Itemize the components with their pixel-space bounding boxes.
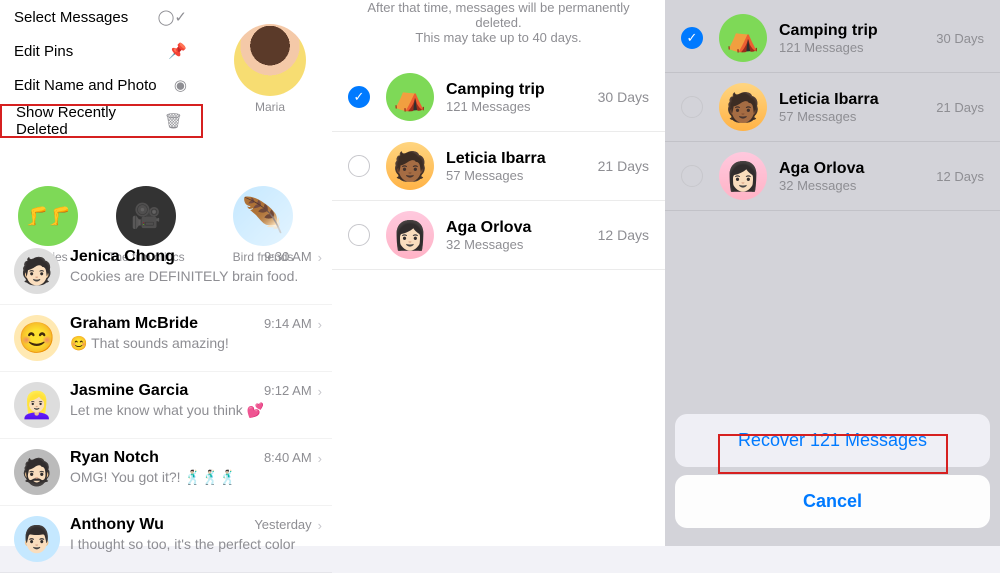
chat-preview: Let me know what you think 💕 xyxy=(70,402,322,419)
avatar xyxy=(14,315,60,361)
chat-name: Jasmine Garcia xyxy=(70,382,260,400)
chat-preview: OMG! You got it?! 🕺🏻🕺🏻🕺🏻 xyxy=(70,469,322,486)
deleted-row[interactable]: ✓ Camping trip 121 Messages 30 Days xyxy=(332,63,665,132)
avatar xyxy=(386,142,434,190)
menu-select-messages[interactable]: Select Messages ◯✓ xyxy=(0,0,205,34)
chat-name: Graham McBride xyxy=(70,315,260,333)
chevron-right-icon: › xyxy=(318,250,322,265)
deleted-count: 32 Messages xyxy=(446,237,598,252)
messages-main-panel: Select Messages ◯✓ Edit Pins 📌 Edit Name… xyxy=(0,0,332,546)
chat-preview: I thought so too, it's the perfect color xyxy=(70,536,322,552)
trash-icon: 🗑 xyxy=(164,112,183,130)
chevron-right-icon: › xyxy=(318,451,322,466)
conversation-row[interactable]: Jasmine Garcia 9:12 AM › Let me know wha… xyxy=(0,372,332,439)
avatar xyxy=(14,248,60,294)
deleted-days: 12 Days xyxy=(598,227,649,243)
deleted-name: Leticia Ibarra xyxy=(779,91,936,109)
chat-time: 8:40 AM xyxy=(264,450,312,465)
selection-checkbox: ✓ xyxy=(681,27,703,49)
conversation-row[interactable]: Ryan Notch 8:40 AM › OMG! You got it?! 🕺… xyxy=(0,439,332,506)
avatar xyxy=(719,152,767,200)
deleted-name: Camping trip xyxy=(446,81,598,99)
person-circle-icon: ◉ xyxy=(174,76,187,94)
recently-deleted-panel: After that time, messages will be perman… xyxy=(332,0,665,546)
chat-time: 9:30 AM xyxy=(264,249,312,264)
avatar xyxy=(14,382,60,428)
deleted-count: 121 Messages xyxy=(779,40,936,55)
chevron-right-icon: › xyxy=(318,384,322,399)
chat-name: Jenica Chong xyxy=(70,248,260,266)
chat-preview: Cookies are DEFINITELY brain food. xyxy=(70,268,322,284)
deleted-name: Camping trip xyxy=(779,22,936,40)
deleted-count: 121 Messages xyxy=(446,99,598,114)
recover-sheet-panel: ✓ Camping trip 121 Messages 30 Days Leti… xyxy=(665,0,1000,546)
conversation-list: Jenica Chong 9:30 AM › Cookies are DEFIN… xyxy=(0,238,332,573)
conversation-row[interactable]: Jenica Chong 9:30 AM › Cookies are DEFIN… xyxy=(0,238,332,305)
checkmark-circle-icon: ◯✓ xyxy=(158,8,187,26)
deleted-days: 12 Days xyxy=(936,169,984,184)
deleted-name: Leticia Ibarra xyxy=(446,150,598,168)
menu-label: Edit Pins xyxy=(14,43,73,60)
deleted-days: 21 Days xyxy=(598,158,649,174)
chat-name: Anthony Wu xyxy=(70,516,250,534)
deleted-count: 57 Messages xyxy=(779,109,936,124)
deleted-count: 57 Messages xyxy=(446,168,598,183)
pin-maria[interactable]: Maria xyxy=(234,24,306,114)
avatar xyxy=(116,186,176,246)
chat-preview: 😊 That sounds amazing! xyxy=(70,335,322,352)
menu-label: Select Messages xyxy=(14,9,128,26)
deletion-info-text: After that time, messages will be perman… xyxy=(332,0,665,63)
chevron-right-icon: › xyxy=(318,518,322,533)
chevron-right-icon: › xyxy=(318,317,322,332)
deleted-row: ✓ Camping trip 121 Messages 30 Days xyxy=(665,0,1000,73)
avatar xyxy=(386,73,434,121)
deleted-days: 30 Days xyxy=(936,31,984,46)
selection-checkbox[interactable] xyxy=(348,224,370,246)
avatar xyxy=(719,83,767,131)
pin-label: Maria xyxy=(234,100,306,114)
menu-show-recently-deleted[interactable]: Show Recently Deleted 🗑 xyxy=(0,104,203,138)
selection-checkbox xyxy=(681,165,703,187)
selection-checkbox[interactable] xyxy=(348,155,370,177)
deleted-days: 30 Days xyxy=(598,89,649,105)
avatar xyxy=(233,186,293,246)
action-sheet: Recover 121 Messages Cancel xyxy=(665,404,1000,546)
deleted-row[interactable]: Aga Orlova 32 Messages 12 Days xyxy=(332,201,665,270)
conversation-row[interactable]: Anthony Wu Yesterday › I thought so too,… xyxy=(0,506,332,573)
pin-icon: 📌 xyxy=(168,42,187,60)
deleted-days: 21 Days xyxy=(936,100,984,115)
avatar xyxy=(18,186,78,246)
deleted-row[interactable]: Leticia Ibarra 57 Messages 21 Days xyxy=(332,132,665,201)
deleted-count: 32 Messages xyxy=(779,178,936,193)
chat-time: Yesterday xyxy=(254,517,311,532)
deleted-row: Leticia Ibarra 57 Messages 21 Days xyxy=(665,73,1000,142)
selection-checkbox[interactable]: ✓ xyxy=(348,86,370,108)
selection-checkbox xyxy=(681,96,703,118)
avatar xyxy=(14,516,60,562)
conversation-row[interactable]: Graham McBride 9:14 AM › 😊 That sounds a… xyxy=(0,305,332,372)
deleted-row: Aga Orlova 32 Messages 12 Days xyxy=(665,142,1000,211)
deleted-list-dimmed: ✓ Camping trip 121 Messages 30 Days Leti… xyxy=(665,0,1000,211)
chat-time: 9:14 AM xyxy=(264,316,312,331)
avatar xyxy=(14,449,60,495)
deleted-name: Aga Orlova xyxy=(446,219,598,237)
chat-time: 9:12 AM xyxy=(264,383,312,398)
menu-label: Show Recently Deleted xyxy=(16,104,164,138)
avatar xyxy=(234,24,306,96)
recover-button[interactable]: Recover 121 Messages xyxy=(675,414,990,467)
deleted-name: Aga Orlova xyxy=(779,160,936,178)
menu-edit-name-photo[interactable]: Edit Name and Photo ◉ xyxy=(0,68,205,102)
menu-label: Edit Name and Photo xyxy=(14,77,157,94)
cancel-button[interactable]: Cancel xyxy=(675,475,990,528)
menu-edit-pins[interactable]: Edit Pins 📌 xyxy=(0,34,205,68)
avatar xyxy=(719,14,767,62)
chat-name: Ryan Notch xyxy=(70,449,260,467)
avatar xyxy=(386,211,434,259)
